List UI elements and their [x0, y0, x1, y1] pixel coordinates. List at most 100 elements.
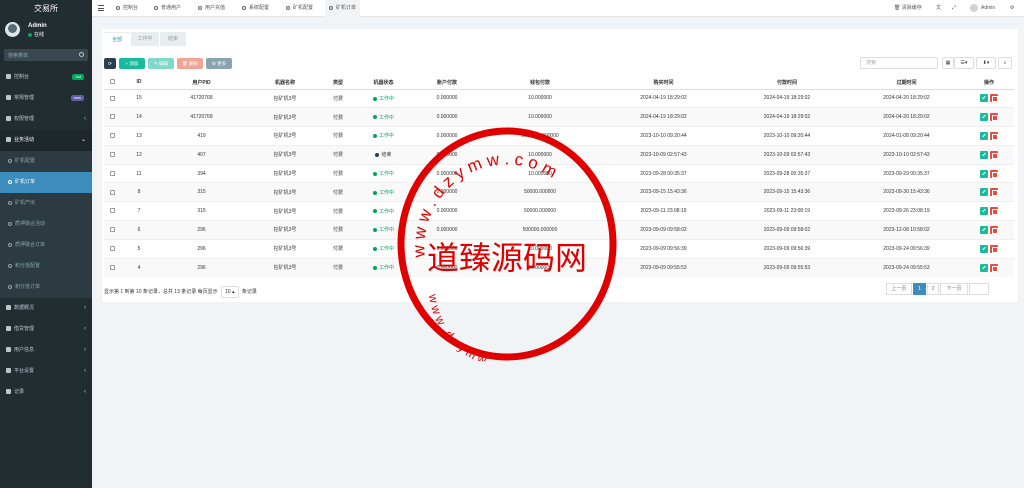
select-all-checkbox[interactable]: [104, 76, 120, 90]
row-checkbox[interactable]: [104, 182, 120, 202]
column-header[interactable]: 类型: [325, 76, 351, 90]
checkbox-icon[interactable]: [109, 114, 115, 120]
checkbox-icon[interactable]: [109, 170, 115, 176]
tab-recharge[interactable]: 用户充值: [198, 0, 225, 17]
sidebar-subitem-points-config[interactable]: 积分抵配置: [0, 256, 92, 277]
sidebar-item-loan-management[interactable]: 借贷管理 ‹: [0, 319, 92, 340]
search-icon[interactable]: [79, 52, 84, 57]
sidebar-item-permissions[interactable]: 权限管理 ‹: [0, 109, 92, 130]
tab-system-config[interactable]: 系统配置: [242, 0, 269, 17]
edit-icon[interactable]: [980, 113, 988, 122]
checkbox-icon[interactable]: [109, 245, 115, 251]
toggle-view-button[interactable]: ▦: [942, 57, 954, 69]
sidebar-subitem-points-orders[interactable]: 积分抵订单: [0, 277, 92, 298]
checkbox-icon[interactable]: [109, 227, 115, 233]
sidebar-search-input[interactable]: 搜索菜单: [4, 49, 88, 61]
column-header[interactable]: 机器名称: [245, 76, 325, 90]
menu-toggle-icon[interactable]: [98, 5, 104, 11]
clear-cache-button[interactable]: 🗑 清除缓存: [894, 0, 922, 17]
tab-working[interactable]: 工作中: [131, 32, 159, 46]
tab-miner-orders[interactable]: 矿机订单: [325, 0, 361, 17]
checkbox-icon[interactable]: [109, 151, 115, 157]
tab-all[interactable]: 全部: [104, 32, 130, 46]
sidebar-item-records[interactable]: 记录 ‹: [0, 382, 92, 403]
sidebar-item-platform-settings[interactable]: 平台设置 ‹: [0, 361, 92, 382]
column-header[interactable]: 机器状态: [351, 76, 416, 90]
checkbox-icon[interactable]: [109, 133, 115, 139]
prev-page-button[interactable]: 上一页: [886, 283, 912, 295]
tab-miner-config[interactable]: 矿机配置: [286, 0, 313, 17]
sidebar-subitem-staking-activity[interactable]: 质押融合活动: [0, 214, 92, 235]
checkbox-icon[interactable]: [109, 208, 115, 214]
edit-icon[interactable]: [980, 169, 988, 178]
edit-icon[interactable]: [980, 207, 988, 216]
edit-icon[interactable]: [980, 188, 988, 197]
checkbox-icon[interactable]: [109, 264, 115, 270]
edit-icon[interactable]: [980, 131, 988, 140]
page-size-select[interactable]: 10 ▴: [221, 286, 239, 298]
tab-ended[interactable]: 结束: [160, 32, 186, 46]
language-icon[interactable]: 文: [936, 0, 941, 17]
column-header[interactable]: 过期时间: [849, 76, 964, 90]
trash-icon[interactable]: [990, 244, 998, 253]
column-header[interactable]: 用户PID: [158, 76, 245, 90]
row-checkbox[interactable]: [104, 126, 120, 146]
row-checkbox[interactable]: [104, 257, 120, 277]
search-toggle-button[interactable]: ⌕: [998, 57, 1012, 69]
column-header[interactable]: 账户付款: [416, 76, 478, 90]
checkbox-icon[interactable]: [109, 189, 115, 195]
sidebar-item-general[interactable]: 常规管理 new: [0, 88, 92, 109]
trash-icon[interactable]: [990, 150, 998, 159]
trash-icon[interactable]: [990, 169, 998, 178]
row-checkbox[interactable]: [104, 201, 120, 221]
row-checkbox[interactable]: [104, 238, 120, 259]
tab-users[interactable]: 普通用户: [154, 0, 181, 17]
settings-gear-icon[interactable]: ⚙: [1010, 0, 1014, 17]
checkbox-icon[interactable]: [109, 95, 115, 101]
row-checkbox[interactable]: [104, 88, 120, 108]
tab-dashboard[interactable]: 控制台: [116, 0, 138, 17]
edit-icon[interactable]: [980, 225, 988, 234]
edit-icon[interactable]: [980, 263, 988, 272]
row-checkbox[interactable]: [104, 144, 120, 165]
table-search-input[interactable]: 搜索: [860, 57, 938, 69]
next-page-button[interactable]: 下一页: [940, 283, 968, 295]
delete-button[interactable]: 🗑 删除: [177, 58, 203, 69]
admin-menu[interactable]: Admin: [970, 0, 995, 17]
brand-title[interactable]: 交易所: [0, 0, 92, 17]
row-checkbox[interactable]: [104, 163, 120, 183]
sidebar-subitem-staking-orders[interactable]: 质押融合订单: [0, 235, 92, 256]
table-row[interactable]: 15 41720768 挖矿机3号 付费 工作中 0.000000 10.000000 202…: [104, 88, 1014, 108]
trash-icon[interactable]: [990, 225, 998, 234]
sidebar-item-user-info[interactable]: 用户信息 ‹: [0, 340, 92, 361]
edit-icon[interactable]: [980, 150, 988, 159]
trash-icon[interactable]: [990, 263, 998, 272]
edit-button[interactable]: ✎ 编辑: [148, 58, 174, 69]
trash-icon[interactable]: [990, 188, 998, 197]
sidebar-item-dashboard[interactable]: 控制台 hot: [0, 67, 92, 88]
add-button[interactable]: + 添加: [119, 58, 145, 69]
page-jump-input[interactable]: [969, 283, 989, 295]
sidebar-subitem-miner-output[interactable]: 矿机产出: [0, 193, 92, 214]
trash-icon[interactable]: [990, 207, 998, 216]
page-button-2[interactable]: 2: [927, 283, 939, 295]
fullscreen-icon[interactable]: ⤢: [952, 0, 956, 17]
more-button[interactable]: ⚙ 更多: [206, 58, 232, 69]
table-row[interactable]: 14 41720768 挖矿机3号 付费 工作中 0.000000 10.000000 202…: [104, 107, 1014, 127]
checkbox-icon[interactable]: [109, 79, 115, 85]
refresh-button[interactable]: ⟳: [104, 58, 116, 69]
columns-button[interactable]: ☰▾: [954, 57, 974, 69]
trash-icon[interactable]: [990, 94, 998, 103]
sidebar-subitem-miner-orders[interactable]: 矿机订单: [0, 172, 92, 193]
export-button[interactable]: ⬇▾: [976, 57, 996, 69]
page-button-1[interactable]: 1: [913, 283, 926, 295]
column-header[interactable]: 钱包付款: [478, 76, 602, 90]
column-header[interactable]: ID: [120, 76, 158, 90]
column-header[interactable]: 购买时间: [602, 76, 725, 90]
edit-icon[interactable]: [980, 244, 988, 253]
edit-icon[interactable]: [980, 94, 988, 103]
trash-icon[interactable]: [990, 113, 998, 122]
sidebar-item-data-overview[interactable]: 数据概况 ‹: [0, 298, 92, 319]
row-checkbox[interactable]: [104, 107, 120, 127]
column-header[interactable]: 付款时间: [725, 76, 849, 90]
